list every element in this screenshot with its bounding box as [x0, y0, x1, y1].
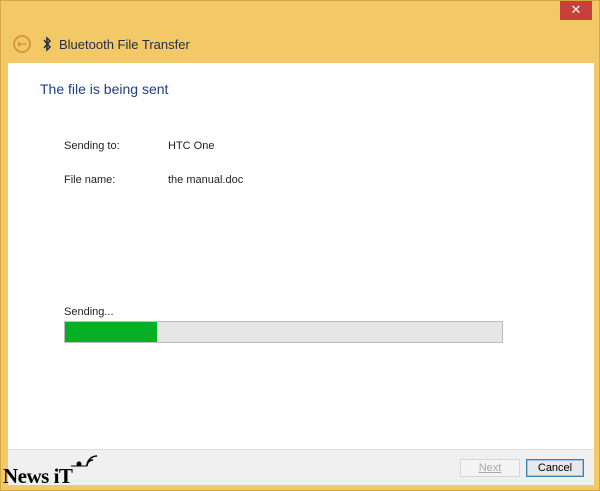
sending-to-label: Sending to: [64, 140, 120, 152]
window-titlebar: ← Bluetooth File Transfer [9, 31, 569, 57]
sending-status-label: Sending... [64, 306, 114, 318]
cancel-button[interactable]: Cancel [526, 459, 584, 477]
sending-to-value: HTC One [168, 140, 215, 152]
page-heading: The file is being sent [40, 81, 169, 97]
watermark-logo: News iT [1, 450, 97, 490]
file-name-value: the manual.doc [168, 174, 244, 186]
close-button[interactable]: ✕ [560, 1, 592, 20]
wizard-content: The file is being sent Sending to: HTC O… [8, 63, 594, 449]
next-button[interactable]: Next [460, 459, 520, 477]
watermark-text: News iT [3, 464, 73, 488]
progress-bar [64, 321, 503, 343]
bluetooth-transfer-window: ✕ ← Bluetooth File Transfer The file is … [0, 0, 600, 491]
window-title: Bluetooth File Transfer [59, 36, 190, 52]
back-button[interactable]: ← [13, 35, 31, 53]
close-icon: ✕ [570, 3, 582, 18]
back-arrow-icon: ← [16, 37, 28, 51]
file-name-label: File name: [64, 174, 116, 186]
progress-fill [65, 322, 157, 342]
bluetooth-icon [43, 36, 52, 52]
